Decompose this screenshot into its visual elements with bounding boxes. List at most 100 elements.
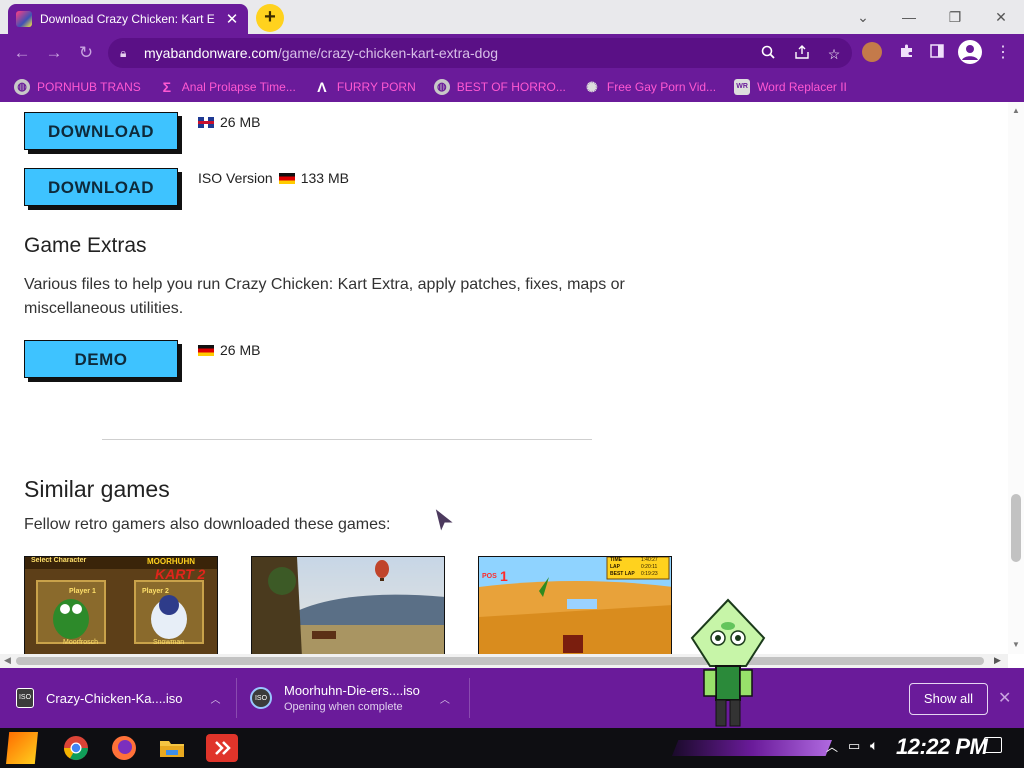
start-menu-icon[interactable] [6, 732, 38, 764]
address-bar[interactable]: 🔒︎ myabandonware.com/game/crazy-chicken-… [108, 38, 852, 68]
sigma-icon: Σ [162, 79, 171, 95]
new-tab-button[interactable]: + [256, 4, 284, 32]
lap-label: LAP [610, 564, 620, 570]
lap-value: 0:20:11 [641, 564, 658, 570]
desktop-mascot-character [686, 598, 770, 728]
tab-search-icon[interactable]: ⌄ [840, 4, 886, 30]
pos-label: POS [482, 573, 497, 580]
active-tab[interactable]: Download Crazy Chicken: Kart E ✕ [8, 4, 248, 34]
uk-flag-icon [198, 116, 214, 128]
minimize-button[interactable]: — [886, 4, 932, 30]
scroll-up-arrow-icon[interactable]: ▲ [1012, 106, 1020, 115]
player1-label: Player 1 [69, 588, 96, 595]
bookmarks-bar: ◍ PORNHUB TRANS Σ Anal Prolapse Time... ΛF… [0, 72, 1024, 102]
download-item-text: Moorhuhn-Die-ers....iso Opening when com… [284, 683, 420, 713]
demo-info: 26 MB [198, 342, 260, 358]
notification-icon[interactable] [984, 737, 1002, 753]
file-explorer-icon[interactable] [156, 732, 188, 764]
similar-games-heading: Similar games [24, 476, 170, 502]
best-lap-label: BEST LAP [610, 571, 635, 577]
similar-games-text: Fellow retro gamers also downloaded thes… [24, 516, 391, 533]
lock-icon: 🔒︎ [120, 46, 127, 60]
forward-arrow-icon[interactable]: → [42, 42, 66, 66]
firefox-icon[interactable] [108, 732, 140, 764]
bookmark-item[interactable]: WR Word Replacer II [734, 79, 847, 95]
bookmark-item[interactable]: ◍ BEST OF HORRO... [433, 79, 566, 95]
game-extras-text: Various files to help you run Crazy Chic… [24, 276, 625, 317]
time-value: 1:40:27 [641, 557, 658, 563]
word-replacer-icon: WR [734, 79, 751, 95]
search-icon[interactable] [758, 44, 778, 64]
page-content: DOWNLOAD 26 MB DOWNLOAD ISO Version 133 … [0, 102, 1008, 654]
bookmark-item[interactable]: ✺ Free Gay Porn Vid... [584, 79, 716, 95]
iso-file-icon: ISO [16, 688, 34, 708]
url-path: /game/crazy-chicken-kart-extra-dog [277, 45, 499, 61]
share-icon[interactable] [792, 44, 812, 64]
account-avatar-icon[interactable] [958, 40, 982, 64]
download-shelf: ISO Crazy-Chicken-Ka....iso ︿ ISO Moorhu… [0, 668, 1024, 728]
menu-kebab-icon[interactable]: ⋮ [992, 42, 1014, 64]
url-host: myabandonware.com [144, 45, 278, 61]
side-panel-icon[interactable] [926, 42, 948, 64]
alien-icon: ✺ [586, 79, 598, 95]
german-flag-icon [278, 172, 295, 184]
similar-game-thumbnail[interactable]: Select Character MOORHUHN KART 2 Player … [24, 556, 218, 654]
globe-icon: ◍ [433, 79, 450, 95]
similar-game-thumbnail[interactable] [251, 556, 445, 654]
vertical-scrollbar[interactable]: ▲ ▼ [1008, 102, 1024, 654]
download-button-2[interactable]: DOWNLOAD [24, 168, 178, 206]
section-divider [102, 439, 592, 440]
taskbar-clock[interactable]: 12:22 PM [896, 734, 988, 760]
iso-file-icon: ISO [250, 687, 272, 709]
vertical-scroll-thumb[interactable] [1011, 494, 1021, 562]
download-info-1: 26 MB [198, 114, 260, 130]
demo-button[interactable]: DEMO [24, 340, 178, 378]
chevron-up-icon[interactable]: ︿ [211, 691, 221, 706]
shelf-divider [236, 678, 237, 718]
similar-game-thumbnail[interactable]: POS 1 TIME 1:40:27 LAP 0:20:11 BEST LAP … [478, 556, 672, 654]
lambda-icon: Λ [317, 79, 327, 95]
tray-chevron-icon[interactable]: ︿ [826, 738, 838, 755]
network-icon[interactable]: ▭ [848, 738, 860, 754]
download-info-2: ISO Version 133 MB [198, 170, 349, 186]
reload-icon[interactable]: ↻ [74, 42, 98, 66]
download-item[interactable]: ISO Crazy-Chicken-Ka....iso ︿ [16, 678, 221, 718]
bookmark-item[interactable]: Λ FURRY PORN [314, 79, 416, 95]
shelf-divider [469, 678, 470, 718]
close-window-button[interactable]: ✕ [978, 4, 1024, 30]
show-all-button[interactable]: Show all [909, 683, 988, 715]
char2-name: Snowman [153, 639, 185, 646]
scroll-right-arrow-icon[interactable]: ▶ [994, 655, 1001, 666]
bookmark-item[interactable]: Σ Anal Prolapse Time... [159, 79, 296, 95]
download-button-1[interactable]: DOWNLOAD [24, 112, 178, 150]
restore-button[interactable]: ❐ [932, 4, 978, 30]
select-character-label: Select Character [31, 557, 87, 564]
char1-name: Moorfrosch [63, 639, 99, 646]
pos-value: 1 [500, 568, 508, 584]
chrome-icon[interactable] [60, 732, 92, 764]
bookmark-item[interactable]: ◍ PORNHUB TRANS [14, 79, 141, 95]
globe-icon: ◍ [14, 79, 30, 95]
back-arrow-icon[interactable]: ← [10, 42, 34, 66]
bookmark-star-icon[interactable]: ☆ [824, 44, 844, 64]
horizontal-scroll-thumb[interactable] [16, 657, 984, 665]
profile-avatar-icon[interactable] [862, 42, 882, 62]
download-item[interactable]: ISO Moorhuhn-Die-ers....iso Opening when… [250, 678, 450, 718]
app-icon[interactable] [206, 734, 238, 762]
volume-icon[interactable]: 🔈︎ [870, 737, 878, 754]
tab-strip: Download Crazy Chicken: Kart E ✕ + ⌄ — ❐… [0, 0, 1024, 34]
taskbar-decoration [672, 740, 832, 756]
tab-title: Download Crazy Chicken: Kart E [40, 12, 215, 26]
taskbar: ︿ ▭ 🔈︎ 12:22 PM [0, 728, 1024, 768]
scroll-left-arrow-icon[interactable]: ◀ [4, 655, 11, 666]
tab-close-icon[interactable]: ✕ [224, 10, 240, 28]
time-label: TIME [610, 557, 622, 563]
moorhuhn-logo-text: MOORHUHN [147, 557, 195, 566]
german-flag-icon [198, 344, 214, 356]
scroll-down-arrow-icon[interactable]: ▼ [1012, 640, 1020, 649]
kart-logo-text: KART 2 [155, 566, 206, 582]
extensions-puzzle-icon[interactable] [896, 42, 918, 64]
chevron-up-icon[interactable]: ︿ [440, 691, 450, 706]
close-shelf-icon[interactable]: ✕ [998, 688, 1011, 708]
site-favicon-icon [16, 11, 32, 27]
